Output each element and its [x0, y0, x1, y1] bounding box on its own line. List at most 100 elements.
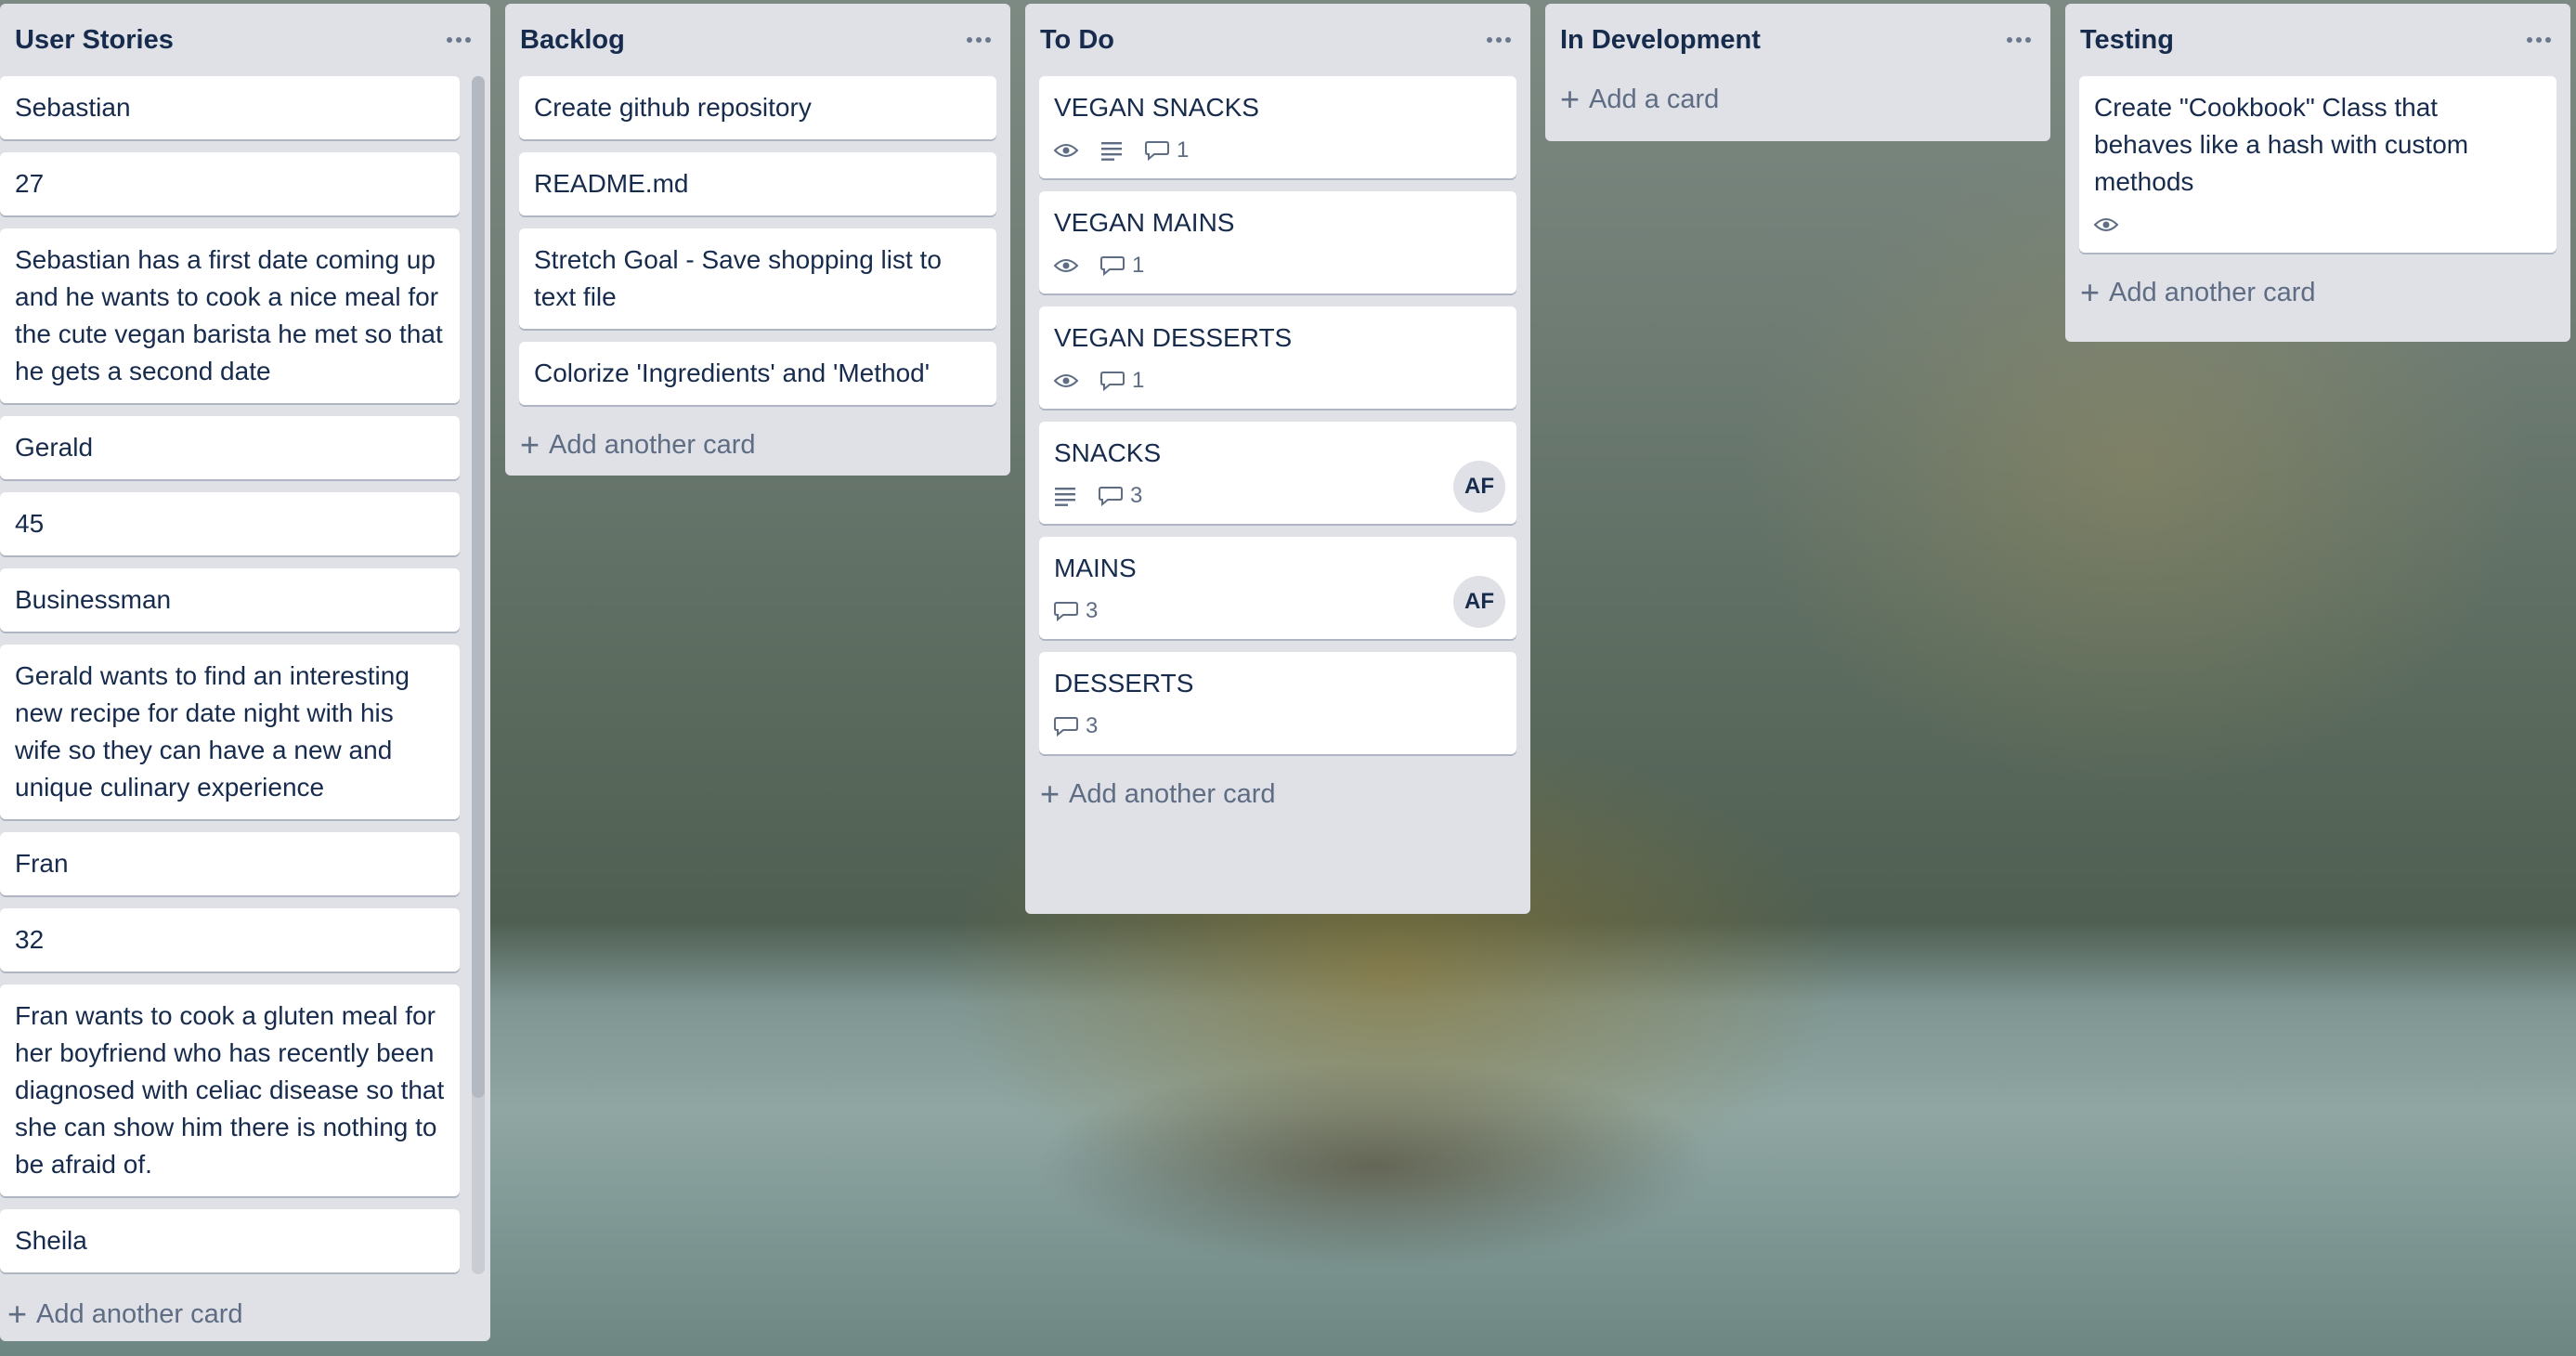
comment-icon [1100, 256, 1125, 276]
card[interactable]: Businessman [0, 568, 460, 632]
list-title[interactable]: To Do [1040, 25, 1114, 56]
card[interactable]: Create github repository [519, 76, 996, 139]
card-title: Colorize 'Ingredients' and 'Method' [534, 359, 930, 387]
card-title: README.md [534, 169, 689, 198]
card[interactable]: README.md [519, 152, 996, 215]
card[interactable]: Gerald [0, 416, 460, 479]
card-title: Fran wants to cook a gluten meal for her… [15, 1001, 445, 1179]
comment-badge: 3 [1099, 477, 1142, 515]
plus-icon: + [1040, 775, 1060, 813]
list-header: User Stories [0, 4, 490, 76]
card-title: DESSERTS [1054, 669, 1194, 698]
list-testing: Testing Create "Cookbook" Class that beh… [2065, 4, 2570, 342]
more-horizontal-icon[interactable] [2000, 26, 2037, 54]
eye-icon [1054, 258, 1078, 273]
comment-count: 1 [1132, 253, 1145, 278]
card-title: Gerald wants to find an interesting new … [15, 661, 410, 802]
comment-icon [1054, 602, 1078, 621]
comment-icon [1054, 717, 1078, 737]
more-horizontal-icon[interactable] [960, 26, 997, 54]
description-icon [1054, 486, 1076, 506]
card[interactable]: 45 [0, 492, 460, 555]
card[interactable]: Create "Cookbook" Class that behaves lik… [2079, 76, 2556, 253]
plus-icon: + [2080, 273, 2101, 311]
card-badges: 3 [1054, 711, 1502, 741]
card[interactable]: 32 [0, 908, 460, 971]
more-horizontal-icon[interactable] [440, 26, 477, 54]
comment-icon [1099, 487, 1123, 506]
add-card-button[interactable]: + Add a card [1545, 72, 2050, 126]
avatar[interactable]: AF [1453, 576, 1505, 628]
list-title[interactable]: Testing [2080, 25, 2174, 56]
card[interactable]: Gerald wants to find an interesting new … [0, 645, 460, 819]
list-user-stories: User Stories Sebastian 27 Sebastian has … [0, 4, 490, 1341]
card-title: Sebastian has a first date coming up and… [15, 245, 443, 385]
card[interactable]: Sheila [0, 1209, 460, 1272]
add-card-button[interactable]: + Add another card [2065, 266, 2570, 319]
comment-count: 1 [1177, 137, 1190, 163]
card[interactable]: Fran wants to cook a gluten meal for her… [0, 984, 460, 1196]
card-title: MAINS [1054, 554, 1137, 582]
comment-count: 3 [1130, 483, 1143, 508]
list-header: Backlog [505, 4, 1010, 76]
card-badges: 3 [1054, 481, 1502, 511]
card[interactable]: VEGAN SNACKS 1 [1039, 76, 1516, 178]
card-badges: 1 [1054, 136, 1502, 165]
comment-icon [1145, 141, 1169, 161]
eye-icon [1054, 143, 1078, 158]
list-title[interactable]: Backlog [520, 25, 625, 56]
avatar[interactable]: AF [1453, 461, 1505, 513]
comment-icon [1100, 372, 1125, 391]
card[interactable]: 27 [0, 152, 460, 215]
card-title: 32 [15, 925, 45, 954]
card[interactable]: Colorize 'Ingredients' and 'Method' [519, 342, 996, 405]
card[interactable]: Sebastian [0, 76, 460, 139]
scrollbar[interactable] [472, 76, 485, 1274]
more-horizontal-icon[interactable] [1480, 26, 1517, 54]
comment-count: 1 [1132, 368, 1145, 393]
card[interactable]: Fran [0, 832, 460, 895]
card[interactable]: Stretch Goal - Save shopping list to tex… [519, 228, 996, 329]
more-horizontal-icon[interactable] [2520, 26, 2557, 54]
card[interactable]: DESSERTS 3 [1039, 652, 1516, 754]
list-header: To Do [1025, 4, 1530, 76]
card[interactable]: VEGAN MAINS 1 [1039, 191, 1516, 293]
comment-count: 3 [1086, 598, 1099, 623]
comment-badge: 3 [1054, 593, 1098, 630]
card-title: Stretch Goal - Save shopping list to tex… [534, 245, 942, 311]
card[interactable]: MAINS 3 AF [1039, 537, 1516, 639]
plus-icon: + [520, 425, 540, 463]
list-to-do: To Do VEGAN SNACKS 1 VEGAN MAINS 1 VEGAN… [1025, 4, 1530, 914]
card-title: Create github repository [534, 93, 812, 122]
add-card-label: Add a card [1589, 84, 1720, 114]
card[interactable]: VEGAN DESSERTS 1 [1039, 306, 1516, 409]
card-title: VEGAN MAINS [1054, 208, 1235, 237]
board: User Stories Sebastian 27 Sebastian has … [0, 0, 2576, 1356]
card-title: VEGAN SNACKS [1054, 93, 1259, 122]
description-icon [1100, 140, 1123, 161]
card[interactable]: Sebastian has a first date coming up and… [0, 228, 460, 403]
card-title: Gerald [15, 433, 94, 462]
card-title: 45 [15, 509, 45, 538]
list-in-development: In Development + Add a card [1545, 4, 2050, 141]
eye-icon [1054, 373, 1078, 388]
add-card-button[interactable]: + Add another card [505, 418, 1010, 472]
add-card-label: Add another card [549, 429, 756, 460]
list-title[interactable]: User Stories [15, 25, 174, 56]
add-card-button[interactable]: + Add another card [0, 1287, 490, 1341]
card-badges [2094, 210, 2542, 240]
plus-icon: + [1560, 80, 1581, 118]
add-card-label: Add another card [1069, 778, 1276, 809]
card-title: SNACKS [1054, 438, 1162, 467]
list-header: Testing [2065, 4, 2570, 76]
eye-icon [2094, 217, 2118, 232]
list-title[interactable]: In Development [1560, 25, 1761, 56]
card-title: Sebastian [15, 93, 131, 122]
add-card-button[interactable]: + Add another card [1025, 767, 1530, 821]
scrollbar-thumb[interactable] [472, 76, 485, 1098]
card-badges: 1 [1054, 366, 1502, 396]
card-title: Sheila [15, 1226, 87, 1255]
card[interactable]: SNACKS 3 AF [1039, 422, 1516, 524]
card-title: Businessman [15, 585, 172, 614]
comment-badge: 1 [1145, 132, 1189, 169]
